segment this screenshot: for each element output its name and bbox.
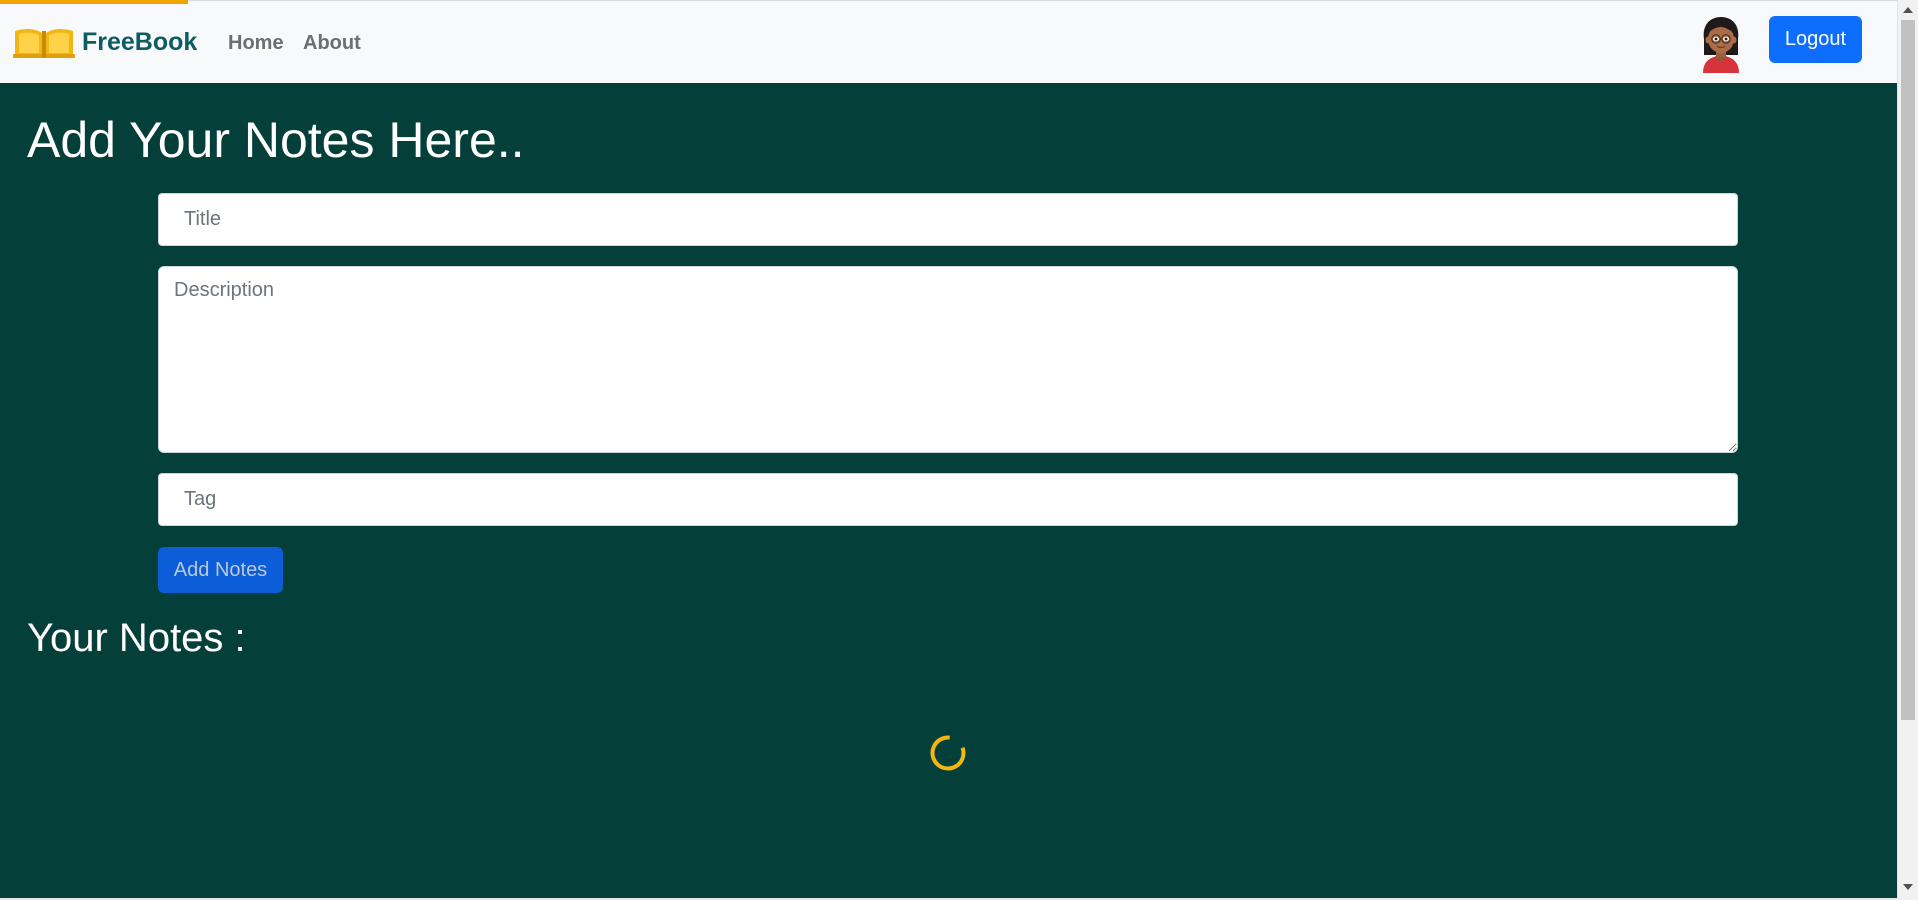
- notes-section-title: Your Notes :: [27, 616, 246, 660]
- tag-input[interactable]: [158, 473, 1738, 526]
- brand-link[interactable]: FreeBook: [13, 25, 197, 59]
- loading-spinner-icon: [929, 734, 967, 772]
- vertical-scrollbar[interactable]: [1897, 0, 1918, 900]
- nav-link-about[interactable]: About: [303, 32, 361, 55]
- user-avatar-icon[interactable]: [1698, 15, 1744, 73]
- scroll-up-arrow-icon[interactable]: [1903, 7, 1913, 13]
- page-title: Add Your Notes Here..: [27, 112, 525, 168]
- open-book-icon: [13, 25, 75, 59]
- brand-name: FreeBook: [82, 27, 198, 56]
- page-loading-progress-bar: [0, 0, 188, 4]
- nav-link-home[interactable]: Home: [228, 32, 284, 55]
- add-notes-button[interactable]: Add Notes: [158, 547, 283, 593]
- title-input[interactable]: [158, 193, 1738, 246]
- scrollbar-thumb[interactable]: [1901, 20, 1915, 720]
- navbar: FreeBook Home About Logout: [0, 0, 1897, 83]
- logout-button[interactable]: Logout: [1769, 16, 1862, 63]
- scroll-down-arrow-icon[interactable]: [1903, 884, 1913, 890]
- description-textarea[interactable]: [158, 266, 1738, 453]
